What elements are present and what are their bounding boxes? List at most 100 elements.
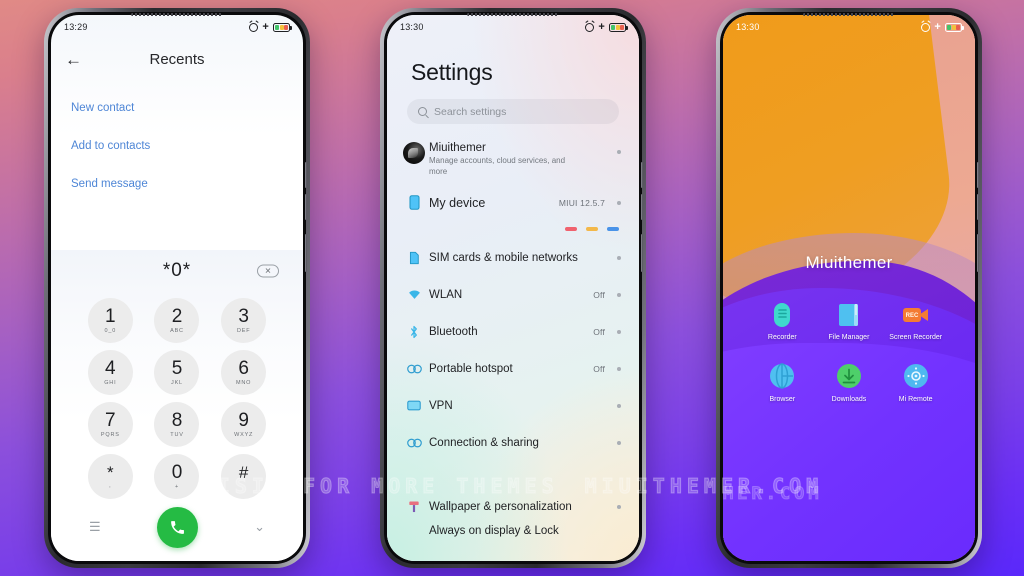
settings-row-label: Wallpaper & personalization xyxy=(429,500,572,513)
account-name: Miuithemer xyxy=(429,142,486,154)
battery-icon xyxy=(945,22,964,32)
call-button[interactable] xyxy=(156,506,198,548)
dialpad-key-7[interactable]: 7 PQRS xyxy=(87,402,133,447)
app-file-manager[interactable]: File Manager xyxy=(818,301,880,343)
dialed-number[interactable]: *0* xyxy=(163,260,191,282)
search-input[interactable]: Search settings xyxy=(407,99,619,124)
recorder-icon xyxy=(769,301,796,328)
connection-sharing-icon xyxy=(403,438,425,448)
status-icons: + xyxy=(921,20,964,33)
settings-row-value: Off xyxy=(593,289,605,300)
key-letters: TUV xyxy=(170,431,184,438)
contact-actions-list: New contact Add to contacts Send message xyxy=(51,79,303,199)
settings-row-connection-sharing[interactable]: Connection & sharing xyxy=(387,424,639,461)
chevron-dot-icon xyxy=(617,255,621,260)
volume-down-button[interactable] xyxy=(305,194,307,220)
alarm-clock-icon xyxy=(921,22,931,32)
chevron-dot-icon xyxy=(617,440,621,445)
settings-row-sim-cards[interactable]: SIM cards & mobile networks xyxy=(387,239,639,276)
avatar xyxy=(403,142,425,164)
phone2-screen: 13:30 + Settings Search settings Miuithe… xyxy=(387,15,639,561)
dialpad-key-4[interactable]: 4 GHI xyxy=(87,350,133,395)
volume-down-button[interactable] xyxy=(641,194,643,220)
status-icons: + xyxy=(585,21,628,33)
settings-row-label: VPN xyxy=(429,399,453,412)
key-digit: 9 xyxy=(238,409,249,431)
dialpad-key-hash[interactable]: # xyxy=(221,454,267,499)
power-button[interactable] xyxy=(641,234,643,272)
status-time: 13:30 xyxy=(400,22,424,32)
back-arrow-icon[interactable]: ← xyxy=(65,51,82,68)
dot-blue[interactable] xyxy=(607,227,619,231)
settings-row-wallpaper[interactable]: Wallpaper & personalization xyxy=(387,488,639,525)
dialpad-keys: 1 0_0 2 ABC 3 DEF 4 GHI 5 JKL 6 MNO 7 PQ… xyxy=(51,292,303,499)
earpiece-grille-icon xyxy=(467,13,559,16)
settings-row-value: MIUI 12.5.7 xyxy=(558,197,605,208)
plus-icon: + xyxy=(262,20,269,33)
chevron-dot-icon xyxy=(617,292,621,297)
key-letters: ABC xyxy=(170,327,184,334)
settings-row-always-on-display[interactable]: Always on display & Lock xyxy=(387,525,639,538)
dialpad-key-1[interactable]: 1 0_0 xyxy=(87,298,133,343)
key-digit: # xyxy=(238,462,249,482)
settings-row-label: Bluetooth xyxy=(429,325,478,338)
dialpad-key-2[interactable]: 2 ABC xyxy=(154,298,200,343)
power-button[interactable] xyxy=(305,234,307,272)
status-bar: 13:29 + xyxy=(51,15,303,39)
volume-up-button[interactable] xyxy=(305,162,307,188)
dialer-header-area: ← Recents New contact Add to contacts Se… xyxy=(51,15,303,207)
phone-bezel: 13:29 + ← Recents New contact Add to con… xyxy=(48,12,307,564)
app-label: Mi Remote xyxy=(898,395,933,403)
settings-row-account[interactable]: Miuithemer Manage accounts, cloud servic… xyxy=(387,134,639,184)
settings-row-value: Off xyxy=(593,326,605,337)
app-mi-remote[interactable]: Mi Remote xyxy=(885,363,947,405)
app-browser[interactable]: Browser xyxy=(751,363,813,405)
settings-list: Miuithemer Manage accounts, cloud servic… xyxy=(387,134,639,538)
svg-text:REC: REC xyxy=(906,313,919,319)
page-title: Settings xyxy=(411,59,493,85)
plus-icon: + xyxy=(934,20,941,33)
settings-row-vpn[interactable]: VPN xyxy=(387,387,639,424)
app-recorder[interactable]: Recorder xyxy=(751,301,813,343)
settings-row-portable-hotspot[interactable]: Portable hotspot Off xyxy=(387,350,639,387)
action-new-contact[interactable]: New contact xyxy=(71,93,283,123)
key-letters: , xyxy=(109,482,112,489)
home-screen: 13:30 + Miuithemer Recorder File Manager… xyxy=(723,15,975,561)
action-add-to-contacts[interactable]: Add to contacts xyxy=(71,131,283,161)
settings-row-my-device[interactable]: My device MIUI 12.5.7 xyxy=(387,184,639,221)
app-screen-recorder[interactable]: REC Screen Recorder xyxy=(885,301,947,343)
dialpad-key-0[interactable]: 0 + xyxy=(154,454,200,499)
dialpad-key-3[interactable]: 3 DEF xyxy=(221,298,267,343)
key-digit: 0 xyxy=(171,461,183,483)
phone-bezel: 13:30 + Miuithemer Recorder File Manager… xyxy=(720,12,979,564)
backspace-icon[interactable]: ✕ xyxy=(257,264,279,278)
list-gap xyxy=(387,461,639,470)
dialpad-key-star[interactable]: * , xyxy=(87,454,133,499)
vpn-icon xyxy=(403,400,425,411)
key-letters: MNO xyxy=(236,379,252,386)
dot-red[interactable] xyxy=(565,227,577,231)
app-grid: Recorder File Manager REC Screen Recorde… xyxy=(723,301,975,405)
volume-up-button[interactable] xyxy=(641,162,643,188)
menu-lines-icon[interactable]: ☰ xyxy=(89,519,101,535)
action-send-message[interactable]: Send message xyxy=(71,169,283,199)
dialpad-key-6[interactable]: 6 MNO xyxy=(221,350,267,395)
settings-row-label: My device xyxy=(429,195,486,210)
volume-down-button[interactable] xyxy=(977,194,979,220)
dialer-screen: ← Recents New contact Add to contacts Se… xyxy=(51,15,303,561)
dialpad-key-9[interactable]: 9 WXYZ xyxy=(221,402,267,447)
app-downloads[interactable]: Downloads xyxy=(818,363,880,405)
settings-row-wlan[interactable]: WLAN Off xyxy=(387,276,639,313)
volume-up-button[interactable] xyxy=(977,162,979,188)
settings-row-bluetooth[interactable]: Bluetooth Off xyxy=(387,313,639,350)
key-digit: * xyxy=(107,462,114,482)
key-digit: 4 xyxy=(105,357,116,379)
power-button[interactable] xyxy=(977,234,979,272)
key-digit: 1 xyxy=(105,305,116,327)
dot-yellow[interactable] xyxy=(586,227,598,231)
dialpad-key-5[interactable]: 5 JKL xyxy=(154,350,200,395)
dialpad-key-8[interactable]: 8 TUV xyxy=(154,402,200,447)
chevron-down-icon[interactable]: ⌄ xyxy=(254,519,265,535)
alarm-clock-icon xyxy=(249,22,259,32)
list-gap xyxy=(387,479,639,488)
